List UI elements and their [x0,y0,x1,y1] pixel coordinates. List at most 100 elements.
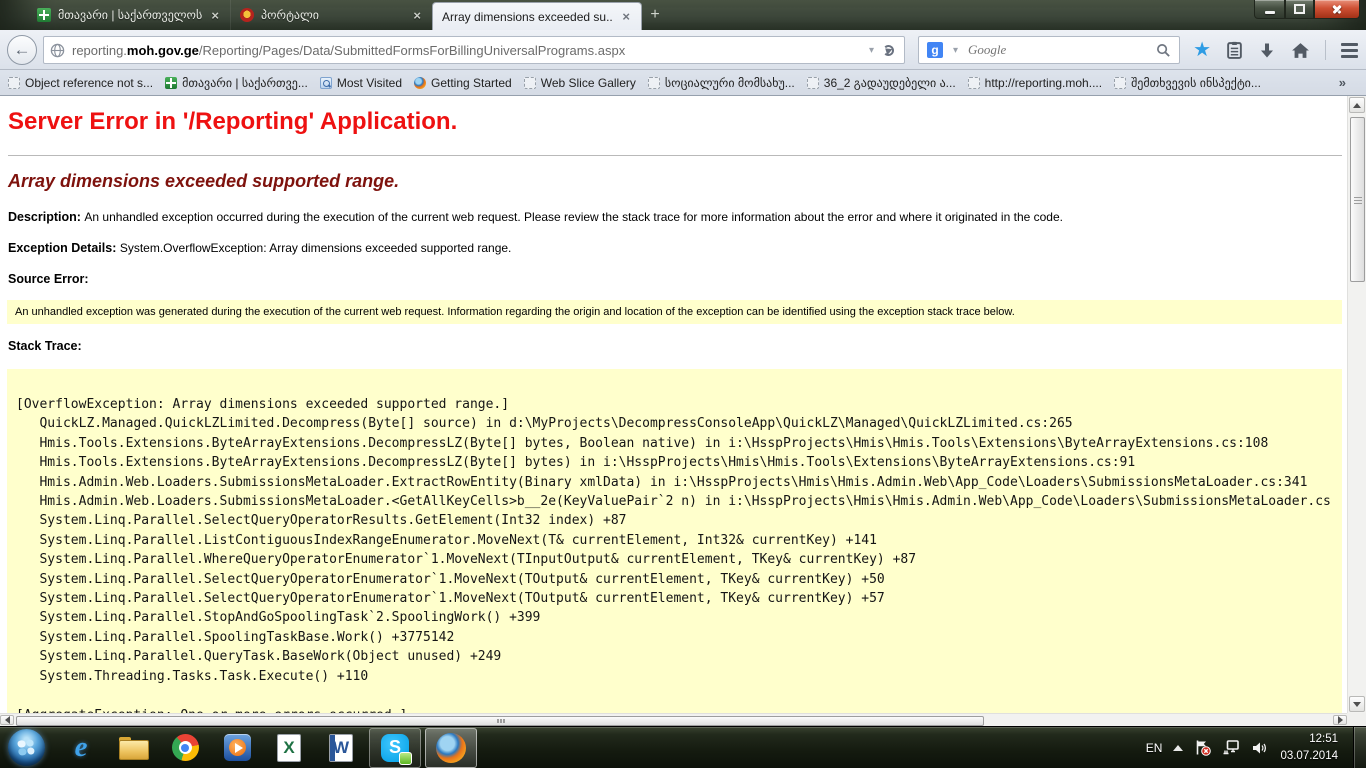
error-description: Description: An unhandled exception occu… [8,210,1336,224]
vertical-scrollbar-thumb[interactable] [1350,117,1365,282]
horizontal-scrollbar-thumb[interactable] [16,716,984,726]
source-error-label: Source Error: [8,272,1336,286]
taskbar-excel[interactable]: X [269,728,309,768]
stack-trace-label: Stack Trace: [8,339,1336,353]
windows-flag-icon [17,739,34,756]
minimize-button[interactable] [1254,0,1285,19]
date: 03.07.2014 [1280,748,1338,765]
tab-error-page-active[interactable]: Array dimensions exceeded su... × [432,2,642,30]
tab-label: Array dimensions exceeded su... [442,10,613,24]
menu-icon[interactable] [1341,43,1358,58]
bookmark-star-icon[interactable]: ★ [1193,40,1211,60]
bookmark-placeholder-icon [968,77,980,89]
chrome-icon [172,734,199,761]
bookmark-getting-started[interactable]: Getting Started [414,76,512,90]
system-tray: EN [1146,727,1366,768]
taskbar-clock[interactable]: 12:51 03.07.2014 [1280,731,1338,764]
folder-icon [119,737,147,758]
skype-icon: S [381,734,409,762]
bookmark-most-visited[interactable]: Most Visited [320,76,402,90]
bookmark-reporting-moh[interactable]: http://reporting.moh.... [968,76,1102,90]
taskbar-chrome[interactable] [165,728,205,768]
volume-icon[interactable] [1251,740,1267,756]
error-page-title: Server Error in '/Reporting' Application… [8,108,457,136]
toolbar-divider [1325,40,1326,60]
close-icon[interactable]: × [620,9,632,24]
taskbar-skype-running[interactable]: S [369,728,421,768]
bookmark-mtavari[interactable]: მთავარი | საქართვე... [165,76,308,90]
media-player-icon [224,734,251,761]
url-bar[interactable]: reporting.moh.gov.ge/Reporting/Pages/Dat… [43,36,905,64]
search-input[interactable]: Google [968,42,1151,58]
bookmarks-overflow-chevron[interactable]: » [1339,75,1346,90]
tab-label: პორტალი [261,8,404,22]
stack-trace-text: [OverflowException: Array dimensions exc… [7,369,1342,713]
minimize-icon [1265,11,1275,14]
taskbar-firefox-active[interactable] [425,728,477,768]
close-icon [1331,3,1343,15]
home-icon[interactable] [1291,42,1310,59]
bookmark-placeholder-icon [1114,77,1126,89]
error-page-subtitle: Array dimensions exceeded supported rang… [8,171,399,192]
horizontal-scrollbar[interactable] [0,713,1347,726]
bookmark-placeholder-icon [648,77,660,89]
close-icon[interactable]: × [411,8,423,23]
show-desktop-button[interactable] [1353,727,1366,768]
page-content: Server Error in '/Reporting' Application… [0,96,1366,726]
time: 12:51 [1280,731,1338,748]
vertical-scrollbar[interactable] [1347,96,1366,713]
reload-icon[interactable] [883,45,894,56]
scroll-down-button[interactable] [1349,696,1365,712]
restore-button[interactable] [1285,0,1314,19]
google-engine-icon[interactable]: g [927,42,943,58]
bookmark-case-inspector[interactable]: შემთხვევის ინსპექტი... [1114,76,1261,90]
bookmark-object-reference[interactable]: Object reference not s... [8,76,153,90]
shield-favicon [37,8,51,22]
language-indicator[interactable]: EN [1146,741,1163,755]
globe-icon [50,43,65,58]
bookmarks-menu-icon[interactable] [1226,41,1243,59]
emblem-favicon [240,8,254,22]
taskbar-word[interactable]: W [321,728,361,768]
action-center-flag-icon[interactable] [1194,739,1211,756]
most-visited-icon [320,77,332,89]
scroll-up-button[interactable] [1349,97,1365,113]
search-bar[interactable]: g ▾ Google [918,36,1180,64]
url-dropdown-icon[interactable]: ▾ [864,45,879,56]
bookmark-placeholder-icon [807,77,819,89]
stack-trace-box: [OverflowException: Array dimensions exc… [7,369,1342,713]
taskbar-windows-explorer[interactable] [113,728,153,768]
hidden-icons-chevron[interactable] [1173,740,1183,751]
bookmark-social-service[interactable]: სოციალური მომსახუ... [648,76,795,90]
firefox-icon [436,733,466,763]
word-icon: W [329,734,353,762]
downloads-icon[interactable] [1258,42,1276,59]
tab-label: მთავარი | საქართველოს ... [58,8,202,22]
desktop: მთავარი | საქართველოს ... × პორტალი × Ar… [0,0,1366,768]
close-window-button[interactable] [1314,0,1360,19]
close-icon[interactable]: × [209,8,221,23]
new-tab-button[interactable]: + [642,0,668,30]
browser-titlebar: მთავარი | საქართველოს ... × პორტალი × Ar… [0,0,1366,30]
bookmark-36-2[interactable]: 36_2 გადაუდებელი ა... [807,76,956,90]
divider [8,155,1342,156]
engine-dropdown-icon[interactable]: ▾ [948,45,963,56]
restore-icon [1294,4,1305,14]
navigation-toolbar: ← reporting.moh.gov.ge/Reporting/Pages/D… [0,30,1366,70]
bookmark-placeholder-icon [8,77,20,89]
scroll-right-button[interactable] [1333,715,1347,725]
search-icon[interactable] [1156,43,1171,58]
taskbar: e X W S EN [0,726,1366,768]
bookmark-web-slice-gallery[interactable]: Web Slice Gallery [524,76,636,90]
taskbar-media-player[interactable] [217,728,257,768]
scroll-left-button[interactable] [0,715,14,725]
exception-details: Exception Details: System.OverflowExcept… [8,241,1336,255]
scrollbar-corner [1347,713,1366,726]
tab-mtavari[interactable]: მთავარი | საქართველოს ... × [28,0,230,30]
tab-portali[interactable]: პორტალი × [230,0,432,30]
start-button[interactable] [8,729,45,766]
back-button[interactable]: ← [7,35,37,65]
internet-explorer-icon: e [75,731,88,764]
network-icon[interactable] [1222,739,1240,756]
taskbar-internet-explorer[interactable]: e [61,728,101,768]
